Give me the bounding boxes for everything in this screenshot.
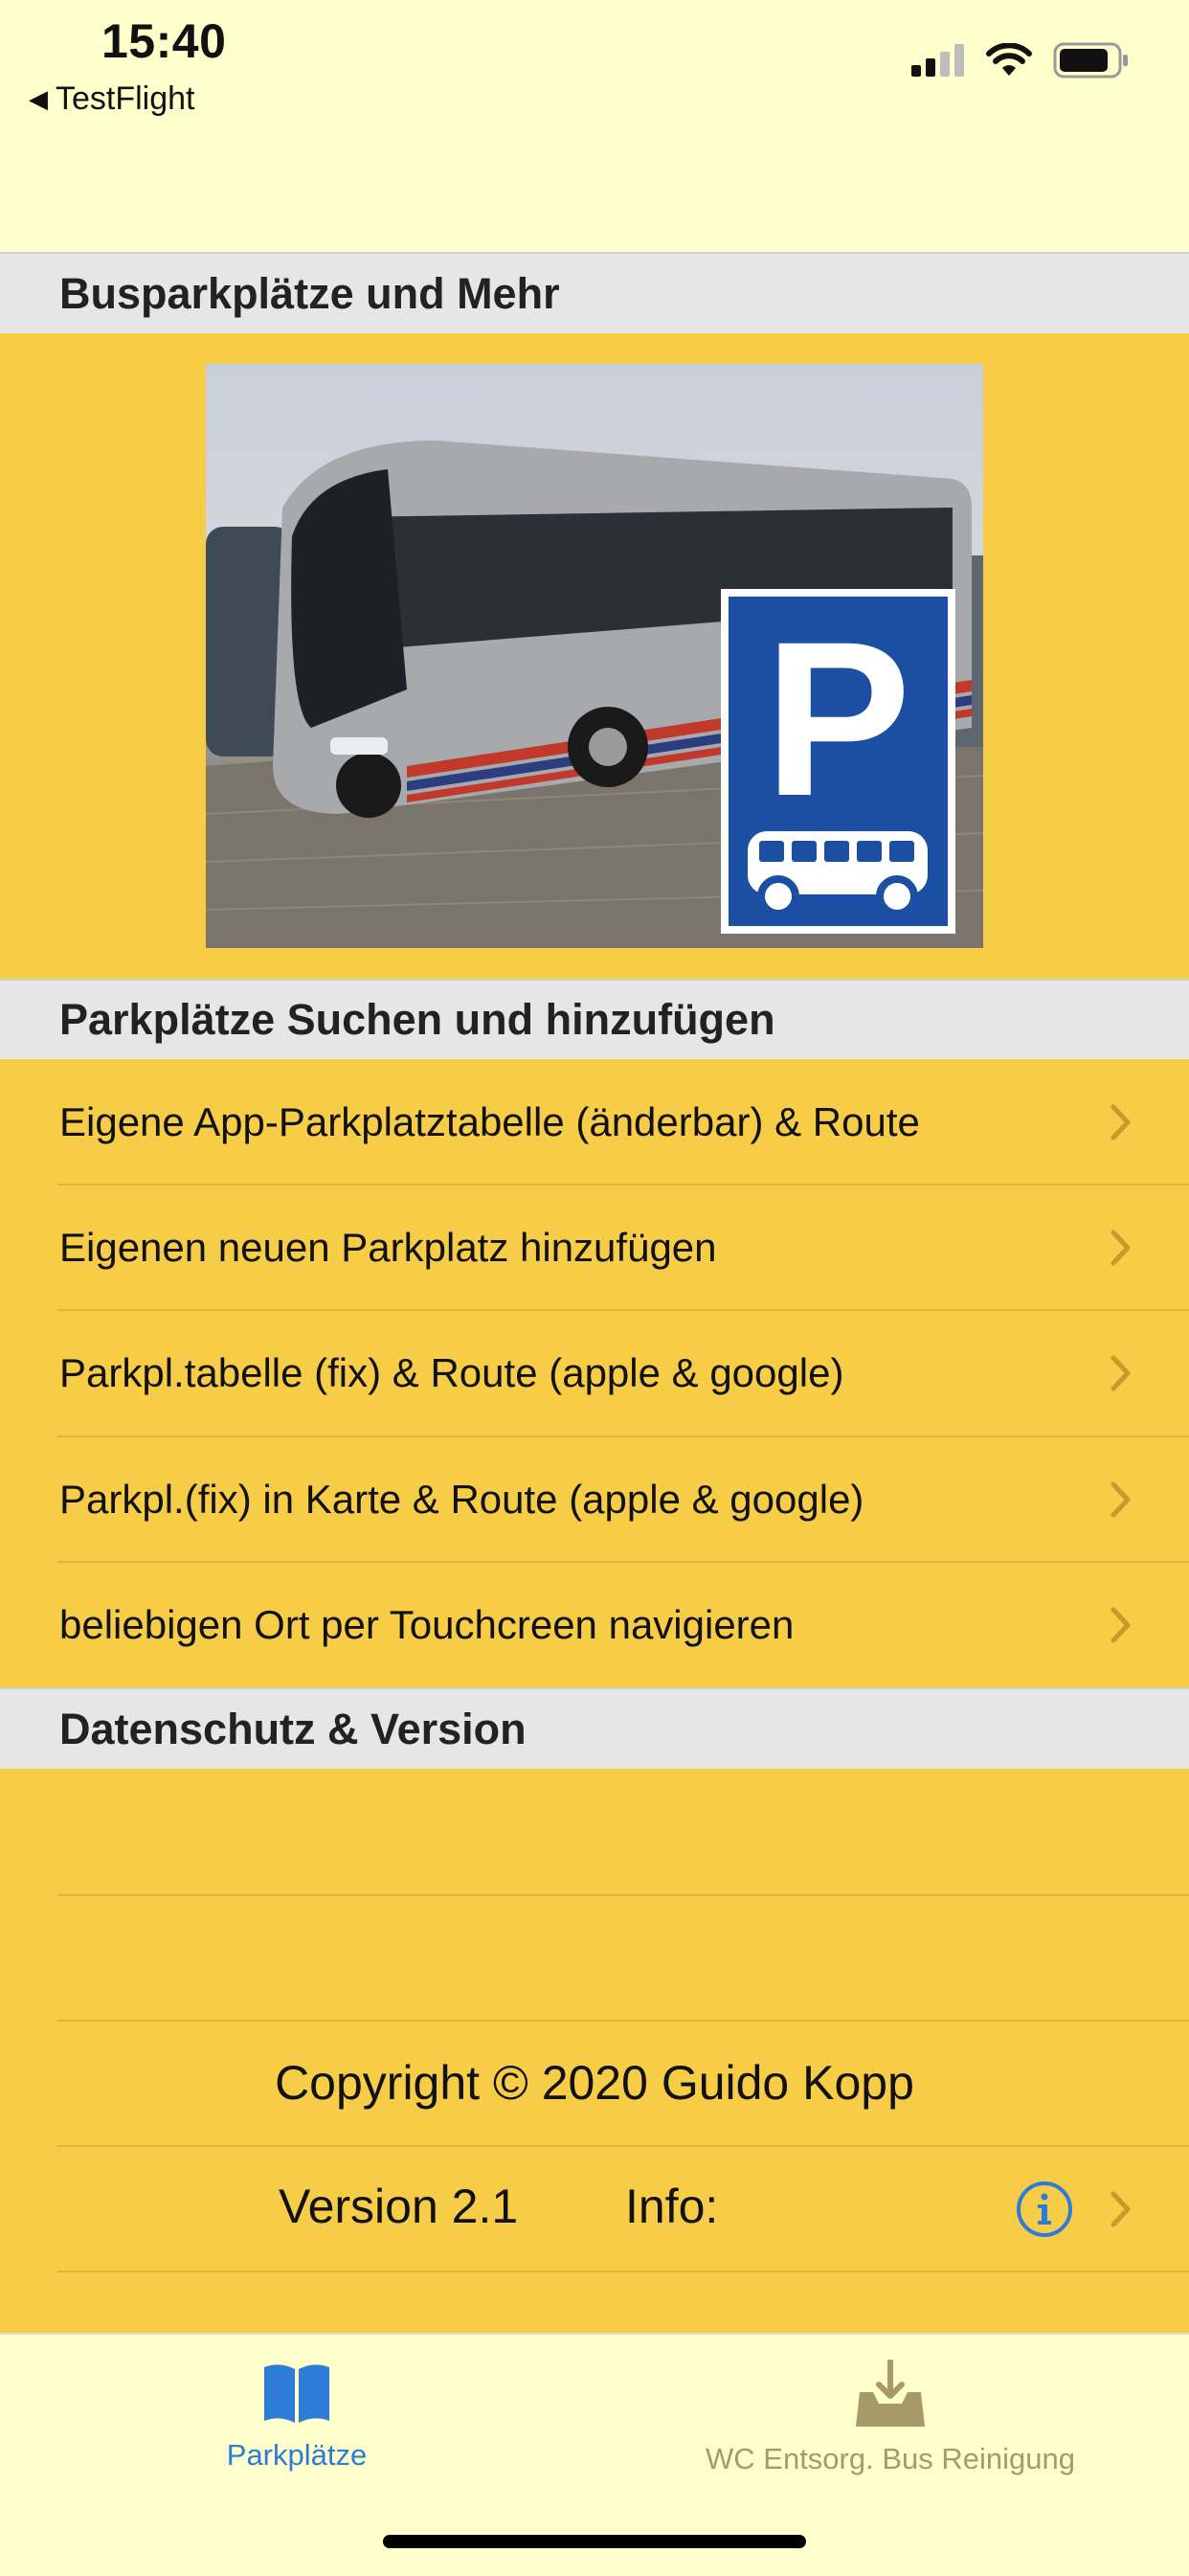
menu-item-neuer-parkplatz[interactable]: Eigenen neuen Parkplatz hinzufügen [0,1185,1189,1310]
info-label: Info: [625,2180,719,2233]
empty-row[interactable] [0,1895,1189,2021]
tray-download-icon [856,2359,925,2427]
menu-item-label: Eigenen neuen Parkplatz hinzufügen [59,1224,717,1270]
menu-item-ort-navigieren[interactable]: beliebigen Ort per Touchcreen navigieren [0,1562,1189,1687]
cellular-signal-icon [911,44,964,77]
wifi-icon [986,43,1032,76]
chevron-right-icon [1110,1355,1131,1390]
section-header-datenschutz: Datenschutz & Version [0,1687,1189,1769]
menu-item-label: Parkpl.tabelle (fix) & Route (apple & go… [59,1349,844,1395]
battery-icon [1053,42,1128,79]
status-icons [911,42,1130,79]
row-separator [57,2271,1189,2272]
status-time: 15:40 [101,14,227,68]
section-header-parkplaetze-suchen: Parkplätze Suchen und hinzufügen [0,979,1189,1059]
menu-item-parkpl-tabelle-fix[interactable]: Parkpl.tabelle (fix) & Route (apple & go… [0,1310,1189,1435]
back-triangle-icon: ◀ [29,84,48,113]
chevron-right-icon [1110,1607,1131,1642]
book-icon [264,2364,329,2423]
copyright-text: Copyright © 2020 Guido Kopp [275,2056,914,2110]
version-text: Version 2.1 [279,2180,519,2233]
tab-label: WC Entsorg. Bus Reinigung [706,2442,1075,2475]
version-info-row[interactable]: Version 2.1 Info: [0,2146,1189,2271]
home-indicator [383,2535,806,2548]
menu-item-label: beliebigen Ort per Touchcreen navigieren [59,1601,795,1647]
menu-item-parkpl-karte[interactable]: Parkpl.(fix) in Karte & Route (apple & g… [0,1436,1189,1562]
back-to-testflight-link[interactable]: ◀ TestFlight [29,80,195,118]
row-separator [57,2020,1189,2022]
info-circle-icon[interactable] [1015,2180,1074,2239]
menu-item-eigene-parkplatztabelle[interactable]: Eigene App-Parkplatztabelle (änderbar) &… [0,1059,1189,1185]
chevron-right-icon [1110,1481,1131,1517]
chevron-right-icon [1110,2191,1131,2226]
back-label: TestFlight [56,80,195,117]
tab-wc-entsorgung[interactable]: WC Entsorg. Bus Reinigung [670,2359,1110,2476]
svg-text:P: P [764,596,910,842]
menu-item-label: Eigene App-Parkplatztabelle (änderbar) &… [59,1098,920,1144]
chevron-right-icon [1110,1230,1131,1265]
hero-bus-parking-image: P [206,364,983,948]
section-header-busparkplaetze: Busparkplätze und Mehr [0,252,1189,333]
tab-label: Parkplätze [226,2438,368,2472]
tab-parkplaetze[interactable]: Parkplätze [153,2361,440,2473]
empty-row[interactable] [0,1770,1189,1895]
menu-item-label: Parkpl.(fix) in Karte & Route (apple & g… [59,1476,864,1522]
chevron-right-icon [1110,1104,1131,1140]
